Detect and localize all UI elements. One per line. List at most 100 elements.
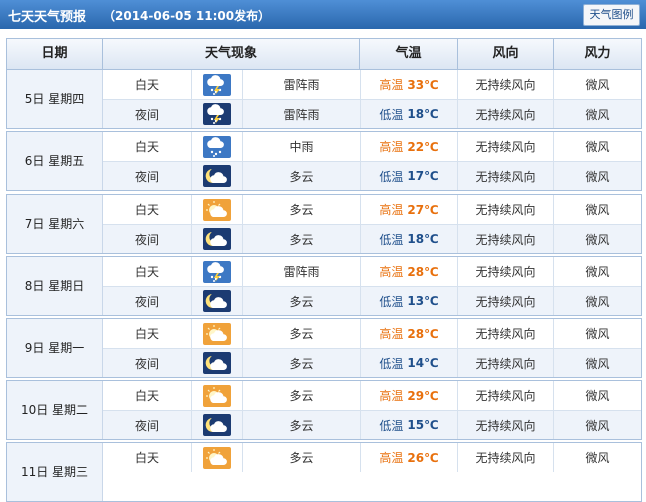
partly-cloudy-icon xyxy=(203,322,231,345)
wind-direction: 无持续风向 xyxy=(458,162,554,190)
wind-direction: 无持续风向 xyxy=(458,411,554,439)
cloudy-night-icon xyxy=(203,352,231,374)
column-header-weather: 天气现象 xyxy=(103,39,360,69)
day-group: 9日 星期一 白天 多云 高温 28℃ 无持续风向 微风 夜间 多云 低温 14℃ 无持续风向 微风 xyxy=(6,318,642,378)
period-label: 夜间 xyxy=(103,287,192,315)
thunderstorm-icon xyxy=(203,260,231,283)
day-row: 白天 雷阵雨 高温 33℃ 无持续风向 微风 xyxy=(103,70,641,99)
wind-force: 微风 xyxy=(585,327,610,341)
temp-value: 29℃ xyxy=(407,388,439,403)
temp-value: 18℃ xyxy=(407,107,439,121)
date-cell: 9日 星期一 xyxy=(7,319,103,377)
temp-cell: 低温 15℃ xyxy=(361,411,458,439)
temp-value: 22℃ xyxy=(407,139,439,154)
rain-icon xyxy=(203,135,231,158)
temp-label: 低温 xyxy=(379,294,404,309)
temp-cell: 高温 27℃ xyxy=(361,195,458,224)
night-row: 夜间 雷阵雨 低温 18℃ 无持续风向 微风 xyxy=(103,99,641,128)
page-title: 七天天气预报 xyxy=(8,10,87,25)
night-row: 夜间 多云 低温 13℃ 无持续风向 微风 xyxy=(103,286,641,315)
wind-force: 微风 xyxy=(585,265,610,279)
day-group: 10日 星期二 白天 多云 高温 29℃ 无持续风向 微风 夜间 多云 低温 15℃ 无持续风向 微风 xyxy=(6,380,642,440)
temp-cell: 低温 14℃ xyxy=(361,349,458,377)
wind-force: 微风 xyxy=(585,356,610,371)
temp-label: 低温 xyxy=(379,107,404,122)
wind-force: 微风 xyxy=(585,232,610,247)
wind-direction: 无持续风向 xyxy=(458,70,554,99)
temp-label: 低温 xyxy=(379,418,404,433)
temp-cell: 高温 33℃ xyxy=(361,70,458,99)
period-label: 夜间 xyxy=(103,162,192,190)
temp-value: 17℃ xyxy=(407,169,439,183)
night-row: 夜间 多云 低温 18℃ 无持续风向 微风 xyxy=(103,224,641,253)
day-group: 7日 星期六 白天 多云 高温 27℃ 无持续风向 微风 夜间 多云 低温 18℃ 无持续风向 微风 xyxy=(6,194,642,254)
temp-label: 高温 xyxy=(379,265,404,279)
wind-direction: 无持续风向 xyxy=(458,381,554,410)
weather-desc: 多云 xyxy=(243,349,361,377)
night-row: 夜间 多云 低温 17℃ 无持续风向 微风 xyxy=(103,161,641,190)
temp-value: 26℃ xyxy=(407,450,439,465)
weather-desc: 多云 xyxy=(243,162,361,190)
weather-desc: 多云 xyxy=(243,319,361,348)
temp-value: 18℃ xyxy=(407,232,439,246)
weather-desc: 多云 xyxy=(243,195,361,224)
wind-force: 微风 xyxy=(585,389,610,403)
column-header-wind-force: 风力 xyxy=(584,46,611,61)
temp-value: 15℃ xyxy=(407,418,439,432)
wind-direction: 无持续风向 xyxy=(458,287,554,315)
weather-desc: 多云 xyxy=(243,287,361,315)
wind-direction: 无持续风向 xyxy=(458,257,554,286)
partly-cloudy-icon xyxy=(203,446,231,469)
period-label: 夜间 xyxy=(103,349,192,377)
wind-force: 微风 xyxy=(585,418,610,433)
temp-label: 低温 xyxy=(379,232,404,247)
day-row: 白天 雷阵雨 高温 28℃ 无持续风向 微风 xyxy=(103,257,641,286)
day-group: 5日 星期四 白天 雷阵雨 高温 33℃ 无持续风向 微风 夜间 雷阵雨 低温 18℃ 无持续风向 微风 xyxy=(6,69,642,129)
temp-cell: 低温 18℃ xyxy=(361,225,458,253)
date-cell: 5日 星期四 xyxy=(7,70,103,128)
wind-direction: 无持续风向 xyxy=(458,100,554,128)
period-label: 白天 xyxy=(103,443,192,472)
temp-value: 13℃ xyxy=(407,294,439,308)
temp-cell: 低温 18℃ xyxy=(361,100,458,128)
day-row: 白天 多云 高温 27℃ 无持续风向 微风 xyxy=(103,195,641,224)
period-label: 白天 xyxy=(103,132,192,161)
temp-cell: 高温 22℃ xyxy=(361,132,458,161)
wind-force: 微风 xyxy=(585,169,610,184)
cloudy-night-icon xyxy=(203,290,231,312)
weather-desc: 多云 xyxy=(243,411,361,439)
night-row: 夜间 多云 低温 15℃ 无持续风向 微风 xyxy=(103,410,641,439)
cloudy-night-icon xyxy=(203,414,231,436)
temp-label: 高温 xyxy=(379,140,404,154)
wind-force: 微风 xyxy=(585,140,610,154)
weather-desc: 雷阵雨 xyxy=(243,100,361,128)
wind-force: 微风 xyxy=(585,78,610,92)
date-cell: 10日 星期二 xyxy=(7,381,103,439)
period-label: 白天 xyxy=(103,381,192,410)
wind-force: 微风 xyxy=(585,203,610,217)
temp-value: 14℃ xyxy=(407,356,439,370)
publish-date: （2014-06-05 11:00发布） xyxy=(103,9,271,23)
wind-direction: 无持续风向 xyxy=(458,349,554,377)
period-label: 夜间 xyxy=(103,411,192,439)
temp-value: 33℃ xyxy=(407,77,439,92)
temp-value: 28℃ xyxy=(407,326,439,341)
temp-cell: 低温 17℃ xyxy=(361,162,458,190)
temp-label: 低温 xyxy=(379,356,404,371)
day-group: 8日 星期日 白天 雷阵雨 高温 28℃ 无持续风向 微风 夜间 多云 低温 13℃ 无持续风向 微风 xyxy=(6,256,642,316)
temp-label: 高温 xyxy=(379,327,404,341)
thunderstorm-night-icon xyxy=(203,103,231,125)
temp-value: 27℃ xyxy=(407,202,439,217)
temp-label: 高温 xyxy=(379,203,404,217)
temp-value: 28℃ xyxy=(407,264,439,279)
column-header-temp: 气温 xyxy=(360,39,458,69)
weather-legend-button[interactable]: 天气图例 xyxy=(583,4,640,26)
temp-label: 高温 xyxy=(379,78,404,92)
column-header-date: 日期 xyxy=(7,39,103,69)
date-cell: 8日 星期日 xyxy=(7,257,103,315)
wind-force: 微风 xyxy=(585,451,610,465)
date-cell: 6日 星期五 xyxy=(7,132,103,190)
wind-direction: 无持续风向 xyxy=(458,319,554,348)
wind-direction: 无持续风向 xyxy=(458,132,554,161)
temp-cell: 高温 28℃ xyxy=(361,257,458,286)
